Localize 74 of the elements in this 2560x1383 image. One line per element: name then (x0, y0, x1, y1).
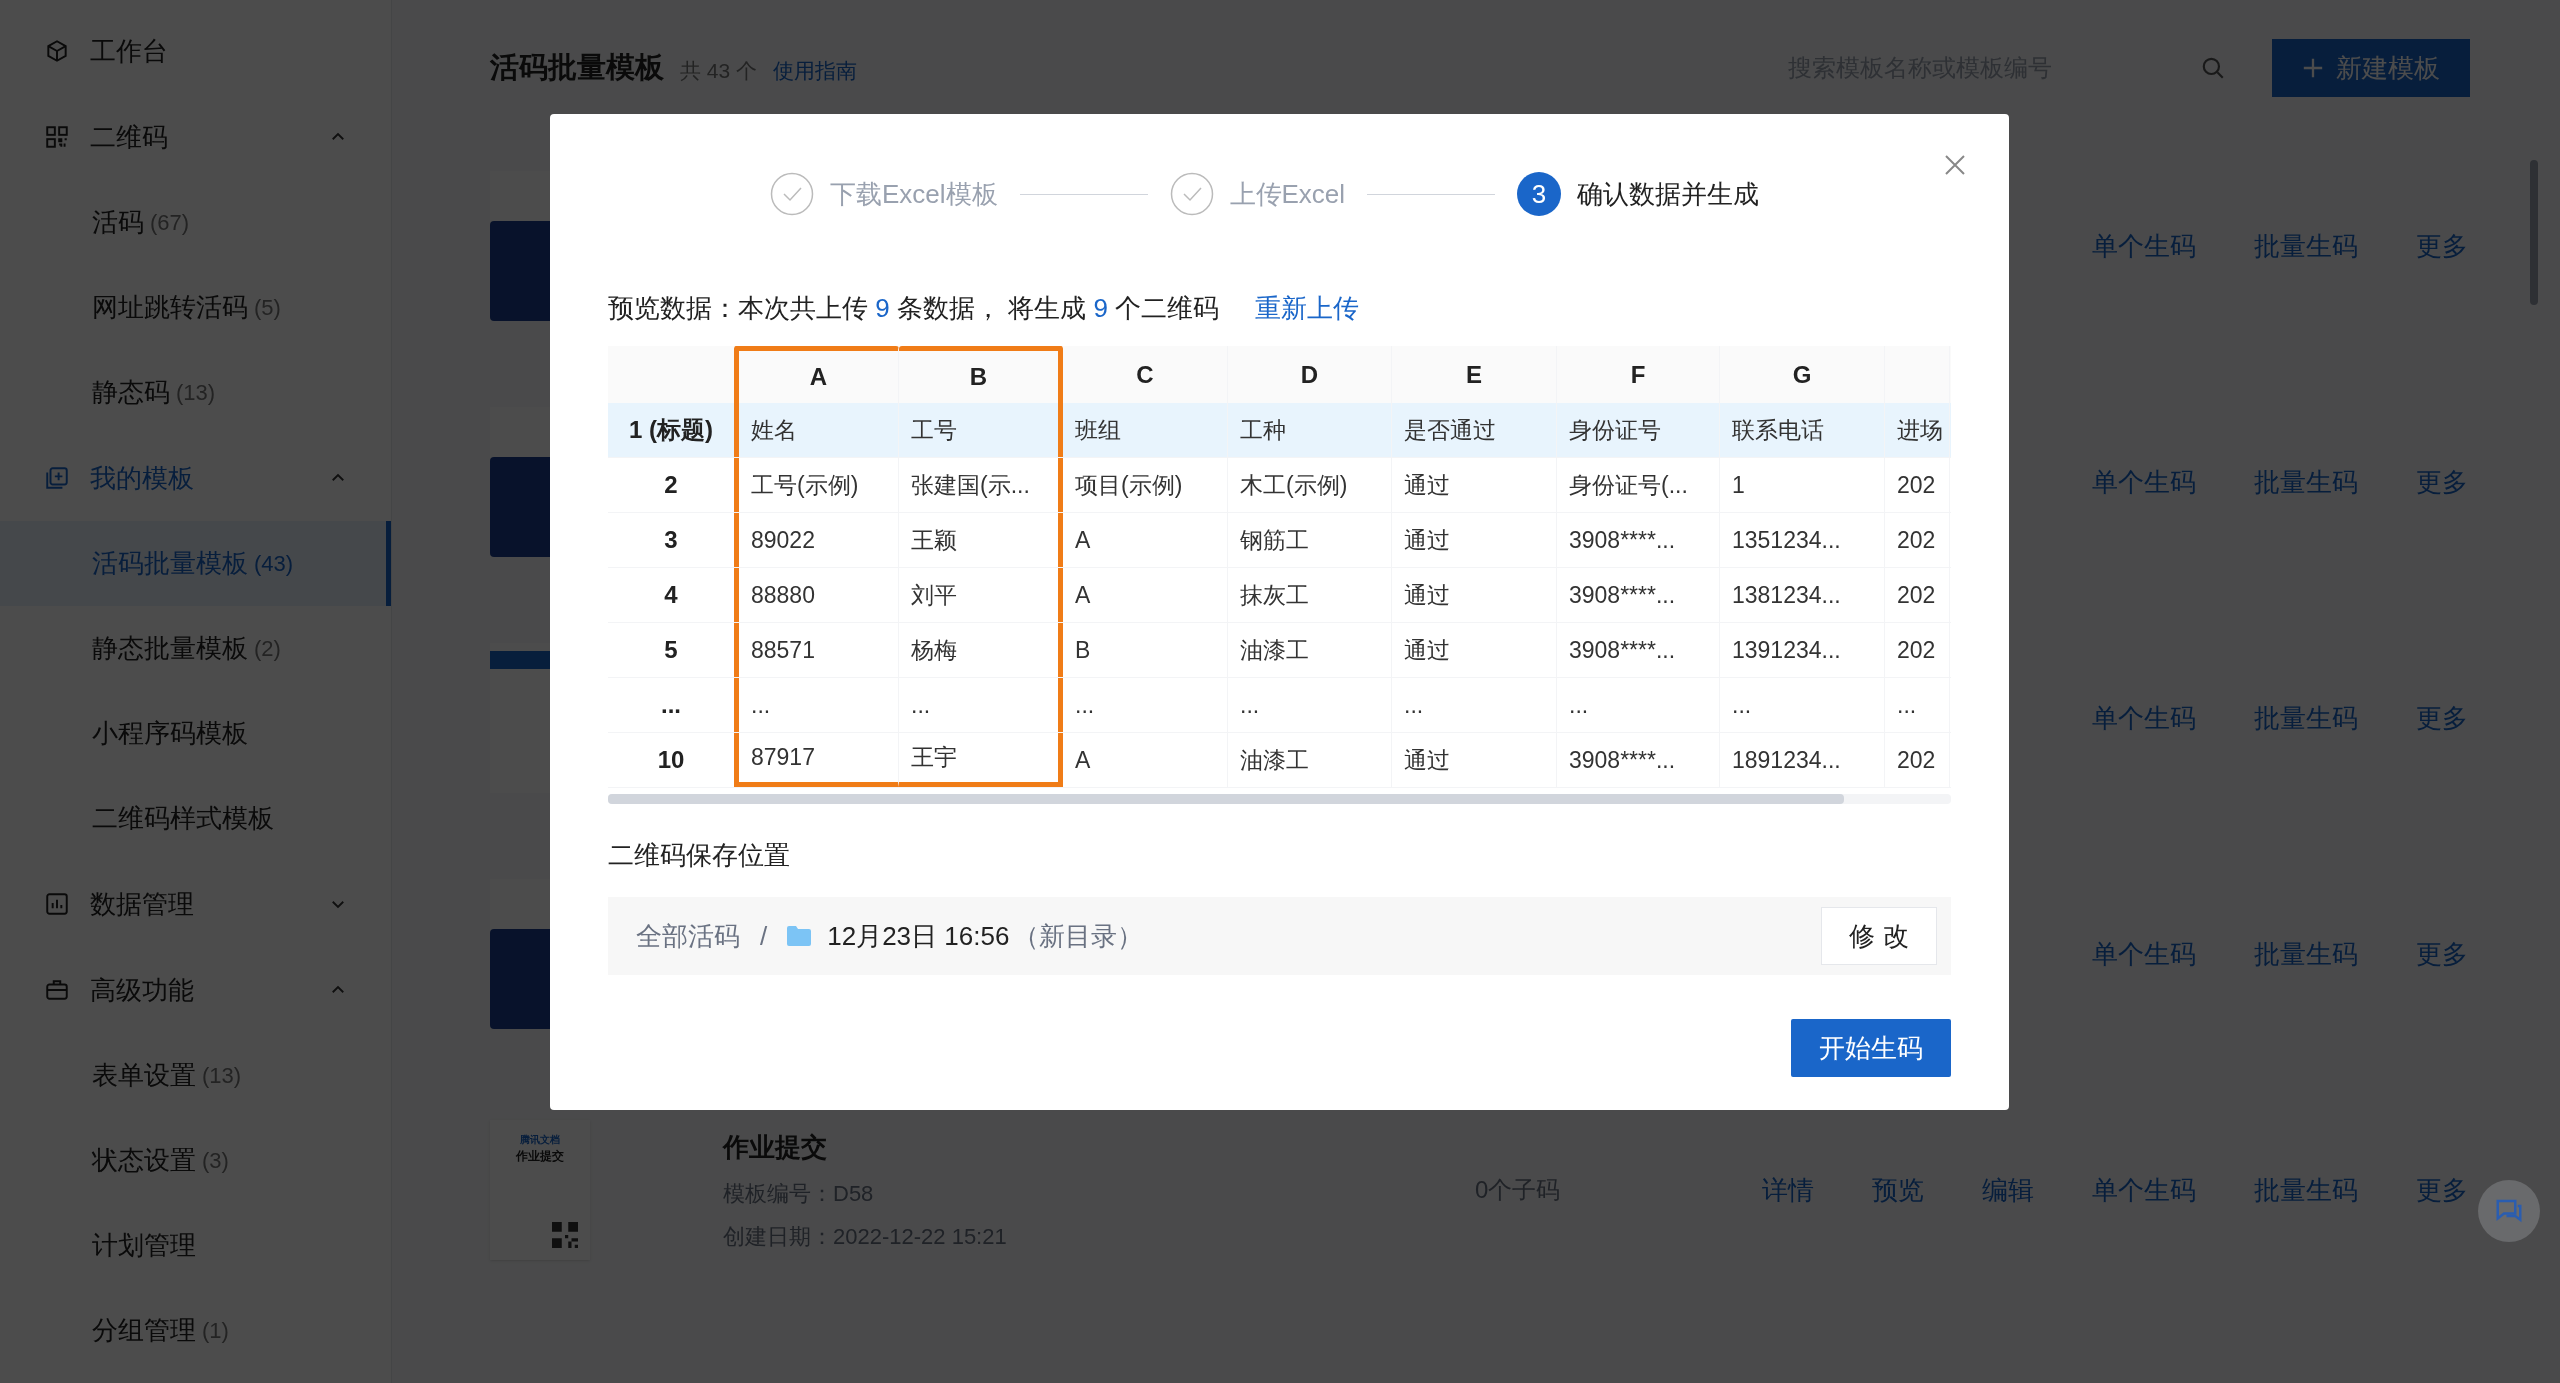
page-title: 活码批量模板 (490, 50, 664, 86)
table-cell: 1351234... (1720, 513, 1885, 567)
row-header: 4 (663, 580, 679, 610)
table-cell: 是否通过 (1392, 403, 1557, 457)
table-cell: 油漆工 (1228, 733, 1392, 787)
table-cell: 202 (1885, 568, 1950, 622)
table-cell: 202 (1885, 733, 1950, 787)
row-header: 10 (656, 745, 686, 775)
start-button[interactable]: 开始生码 (1791, 1019, 1951, 1077)
item-count: (43) (254, 550, 294, 578)
row-header: ... (660, 690, 682, 720)
table-cell: 王宇 (899, 733, 1063, 787)
table-cell: 工种 (1228, 403, 1392, 457)
table-cell: ... (1392, 678, 1557, 732)
table-cell: 抹灰工 (1228, 568, 1392, 622)
table-cell: ... (1063, 678, 1228, 732)
step-number: 3 (1517, 172, 1562, 216)
table-cell: 3908****... (1557, 733, 1720, 787)
table-cell: ... (1885, 678, 1950, 732)
step-label: 下载Excel模板 (829, 177, 998, 211)
table-cell: 钢筋工 (1228, 513, 1392, 567)
horizontal-scrollbar[interactable] (608, 794, 1951, 804)
path-separator: / (759, 919, 769, 953)
table-cell: 202 (1885, 513, 1950, 567)
step-label: 确认数据并生成 (1577, 177, 1760, 211)
table-cell: 3908****... (1557, 568, 1720, 622)
table-cell: 进场 (1885, 403, 1950, 457)
row-header: 2 (663, 470, 679, 500)
table-cell: 3908****... (1557, 623, 1720, 677)
table-cell: 3908****... (1557, 513, 1720, 567)
table-cell: ... (1557, 678, 1720, 732)
table-cell: 通过 (1392, 568, 1557, 622)
table-cell: 1381234... (1720, 568, 1885, 622)
step-label: 上传Excel (1229, 177, 1346, 211)
template-title: 作业提交 (723, 1130, 828, 1164)
table-cell: ... (1720, 678, 1885, 732)
table-cell: 87917 (734, 733, 899, 787)
thumbnail-text: 作业提交 (516, 1148, 564, 1165)
table-cell: 1391234... (1720, 623, 1885, 677)
path-root: 全部活码 (636, 919, 740, 953)
row-header: 3 (663, 525, 679, 555)
table-cell: 油漆工 (1228, 623, 1392, 677)
table-cell: 通过 (1392, 458, 1557, 512)
folder-name: 12月23日 16:56 (827, 919, 1010, 953)
folder-icon (787, 926, 812, 946)
reupload-link[interactable]: 重新上传 (1255, 288, 1360, 328)
table-cell: 联系电话 (1720, 403, 1885, 457)
table-cell: ... (1228, 678, 1392, 732)
table-cell: 班组 (1063, 403, 1228, 457)
table-cell: 身份证号(... (1557, 458, 1720, 512)
table-cell: 项目(示例) (1063, 458, 1228, 512)
table-cell: A (1063, 568, 1228, 622)
table-cell: B (1063, 623, 1228, 677)
table-cell: A (1063, 733, 1228, 787)
table-cell: 通过 (1392, 623, 1557, 677)
table-cell: 通过 (1392, 733, 1557, 787)
row-header: 5 (663, 635, 679, 665)
table-cell: 202 (1885, 458, 1950, 512)
preview-summary: 预览数据：本次共上传 9 条数据， 将生成 9 个二维码 (608, 291, 1220, 325)
row-header: 1 (标题) (628, 415, 714, 445)
table-cell: 通过 (1392, 513, 1557, 567)
table-cell: 木工(示例) (1228, 458, 1392, 512)
close-icon (1943, 153, 1967, 177)
thumbnail-text: 腾讯文档 (520, 1133, 560, 1147)
column-header: B (899, 346, 1063, 403)
section-label: 二维码保存位置 (608, 839, 791, 872)
edit-button[interactable]: 修 改 (1821, 907, 1937, 965)
table-cell: 1 (1720, 458, 1885, 512)
table-cell: 1891234... (1720, 733, 1885, 787)
table-cell: 身份证号 (1557, 403, 1720, 457)
table-cell: 202 (1885, 623, 1950, 677)
table-cell: A (1063, 513, 1228, 567)
column-header: A (734, 346, 899, 403)
folder-note: （新目录） (1013, 919, 1145, 953)
